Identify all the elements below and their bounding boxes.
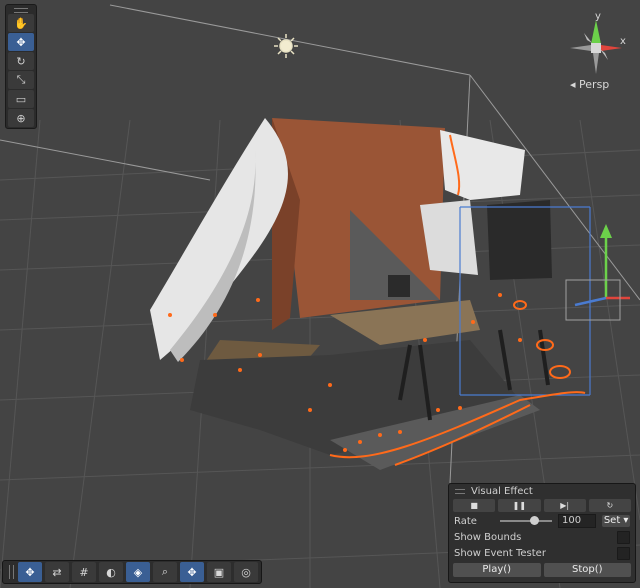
white-wall-cloud [150,118,288,360]
compass-button[interactable]: ◎ [234,562,258,582]
search-icon: ⌕ [161,565,169,578]
layers-toggle-button[interactable]: ◈ [126,562,150,582]
gizmo-y-label: y [595,11,601,22]
transform-tool-button[interactable]: ⊕ [8,109,34,127]
gizmo-x-label: x [620,36,626,47]
neg-y-axis-cone-icon [593,53,599,74]
scale-tool-button[interactable]: ⤡ [8,71,34,89]
move-handles-button[interactable]: ✥ [18,562,42,582]
panel-title: Visual Effect [471,485,533,497]
tool-palette: ✋ ✥ ↻ ⤡ ▭ ⊕ [5,4,37,129]
restart-button[interactable]: ↻ [588,499,631,512]
pivot-toggle-icon: ⇄ [52,565,62,579]
grid-toggle-button[interactable]: # [72,562,96,582]
camera-mode-text: Persp [579,78,610,91]
stop-event-button[interactable]: Stop() [543,563,631,577]
rate-slider[interactable] [500,516,552,525]
transform-tool-icon: ⊕ [16,111,26,125]
layers-toggle-icon: ◈ [133,565,143,579]
white-ceiling-cloud [440,130,525,200]
show-bounds-checkbox[interactable] [617,530,630,544]
gizmo-move-icon: ✥ [187,565,197,579]
pivot-toggle-button[interactable]: ⇄ [45,562,69,582]
monitor [487,200,552,280]
pause-button[interactable]: ❚❚ [498,499,541,512]
y-axis-cone-icon [591,20,601,44]
panel-header[interactable]: Visual Effect [449,484,635,498]
camera-mode-label[interactable]: ◂ Persp [570,78,609,91]
rotate-tool-button[interactable]: ↻ [8,52,34,70]
move-tool-button[interactable]: ✥ [8,33,34,51]
rate-slider-thumb[interactable] [530,516,540,525]
hand-tool-icon: ✋ [14,16,28,30]
show-bounds-row: Show Bounds [449,529,635,545]
gizmo-move-button[interactable]: ✥ [180,562,204,582]
step-button[interactable]: ▶| [543,499,586,512]
restart-icon: ↻ [606,501,614,510]
overlay-toolbar: ✥ ⇄ # ◐ ◈ ⌕ ✥ ▣ ◎ [2,560,262,584]
play-event-button[interactable]: Play() [453,563,541,577]
shading-mode-icon: ◐ [106,565,116,579]
scale-tool-icon: ⤡ [16,73,26,86]
rate-value-field[interactable]: 100 [557,514,597,528]
stop-button[interactable]: ■ [453,499,496,512]
neg-x-axis-cone-icon [570,45,591,51]
camera-icon: ▣ [213,565,225,579]
stop-icon: ■ [470,501,478,510]
show-bounds-label: Show Bounds [454,531,522,543]
orientation-gizmo[interactable]: y x [560,8,632,88]
playback-controls: ■ ❚❚ ▶| ↻ [449,498,635,513]
compass-icon: ◎ [241,565,251,579]
move-handles-icon: ✥ [25,565,35,579]
grid-toggle-icon: # [79,565,89,579]
grip-icon [455,488,465,494]
show-event-tester-label: Show Event Tester [454,547,546,559]
step-icon: ▶| [560,501,570,510]
move-tool-icon: ✥ [16,35,26,49]
rect-tool-button[interactable]: ▭ [8,90,34,108]
toolbar-grip[interactable] [9,565,14,579]
grip-handle[interactable] [14,8,28,13]
rate-row: Rate 100 Set ▾ [449,513,635,529]
hand-tool-button[interactable]: ✋ [8,14,34,32]
search-button[interactable]: ⌕ [153,562,177,582]
shading-mode-button[interactable]: ◐ [99,562,123,582]
show-event-tester-checkbox[interactable] [617,546,630,560]
camera-button[interactable]: ▣ [207,562,231,582]
x-axis-cone-icon [601,45,622,51]
rect-tool-icon: ▭ [15,92,27,106]
visual-effect-panel: Visual Effect ■ ❚❚ ▶| ↻ Rate 100 Set ▾ Show… [448,483,636,583]
event-buttons: Play() Stop() [449,561,635,579]
show-event-tester-row: Show Event Tester [449,545,635,561]
rate-label: Rate [454,515,477,527]
pause-icon: ❚❚ [512,501,527,510]
set-dropdown[interactable]: Set ▾ [602,515,630,527]
rotate-tool-icon: ↻ [16,54,26,68]
center-cube-icon [591,43,601,53]
